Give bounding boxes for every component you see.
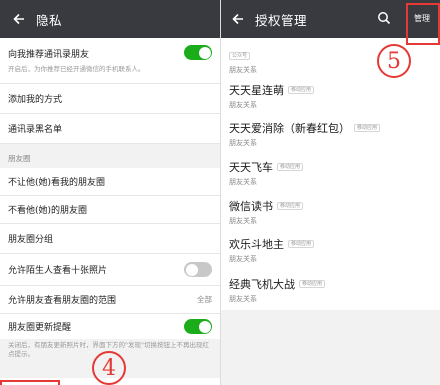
app-scope: 朋友关系	[229, 217, 257, 225]
visible-range-row[interactable]: 允许朋友查看朋友圈的范围 全部	[0, 286, 220, 314]
toggle-knob	[198, 320, 211, 333]
recommend-contacts-label: 向我推荐通讯录朋友	[8, 50, 90, 60]
back-arrow-icon[interactable]	[8, 8, 30, 30]
app-type-tag: 移动应用	[277, 163, 304, 171]
toggle-knob	[198, 46, 211, 59]
app-type-tag: 移动应用	[354, 124, 381, 132]
add-methods-row[interactable]: 添加我的方式	[0, 84, 220, 114]
page-title: 授权管理	[255, 12, 308, 28]
app-scope: 朋友关系	[229, 178, 257, 186]
hide-them-row[interactable]: 不看他(她)的朋友圈	[0, 196, 220, 224]
visible-range-value: 全部	[197, 295, 212, 304]
recommend-contacts-row[interactable]: 向我推荐通讯录朋友 开启后，为你推荐已经开通微信的手机联系人。	[0, 38, 220, 84]
app-item[interactable]: 经典飞机大战 移动应用 朋友关系	[221, 276, 440, 304]
annotation-circle-4: 4	[92, 351, 126, 385]
moments-reminder-label: 朋友圈更新提醒	[8, 323, 72, 333]
app-scope: 朋友关系	[229, 139, 257, 147]
annotation-box-5	[406, 3, 440, 45]
screenshot-composite: 隐私 向我推荐通讯录朋友 开启后，为你推荐已经开通微信的手机联系人。 添加我的方…	[0, 0, 440, 385]
empty-area	[221, 310, 440, 385]
app-type-tag: 移动应用	[288, 86, 315, 94]
app-name: 欢乐斗地主	[229, 238, 284, 251]
app-scope: 朋友关系	[229, 295, 257, 303]
app-type-tag: 公众号	[229, 52, 251, 60]
app-item[interactable]: 天天飞车 移动应用 朋友关系	[221, 159, 440, 187]
moments-groups-label: 朋友圈分组	[8, 235, 54, 245]
recommend-contacts-toggle[interactable]	[184, 45, 212, 60]
hide-them-label: 不看他(她)的朋友圈	[8, 206, 88, 216]
page-title: 隐私	[36, 12, 63, 28]
app-name: 经典飞机大战	[229, 278, 295, 291]
moments-reminder-toggle[interactable]	[184, 319, 212, 334]
moments-reminder-row[interactable]: 朋友圈更新提醒	[0, 314, 220, 339]
app-name: 微信读书	[229, 200, 273, 213]
moments-groups-row[interactable]: 朋友圈分组	[0, 224, 220, 254]
privacy-panel: 隐私 向我推荐通讯录朋友 开启后，为你推荐已经开通微信的手机联系人。 添加我的方…	[0, 0, 220, 385]
app-type-tag: 移动应用	[288, 240, 315, 248]
stranger-ten-photos-row[interactable]: 允许陌生人查看十张照片	[0, 254, 220, 286]
app-name: 天天星连萌	[229, 84, 284, 97]
stranger-ten-photos-toggle[interactable]	[184, 262, 212, 277]
annotation-box-4	[0, 380, 60, 385]
app-scope: 朋友关系	[229, 255, 257, 263]
authorization-panel: 授权管理 管理 公众号 朋友关系 天天星连萌 移动应用 朋友关系 天天爱消除（新春…	[221, 0, 440, 385]
app-type-tag: 移动应用	[277, 202, 304, 210]
app-type-tag: 移动应用	[299, 280, 326, 288]
app-item[interactable]: 微信读书 移动应用 朋友关系	[221, 198, 440, 226]
app-item[interactable]: 天天星连萌 移动应用 朋友关系	[221, 82, 440, 110]
recommend-contacts-desc: 开启后，为你推荐已经开通微信的手机联系人。	[8, 65, 145, 73]
add-methods-label: 添加我的方式	[8, 95, 63, 105]
app-item[interactable]: 天天爱消除（新春红包） 移动应用 朋友关系	[221, 120, 440, 148]
stranger-ten-photos-label: 允许陌生人查看十张照片	[8, 266, 108, 276]
privacy-topbar: 隐私	[0, 0, 220, 38]
annotation-circle-5: 5	[377, 44, 411, 78]
search-icon[interactable]	[377, 11, 391, 29]
hide-from-them-label: 不让他(她)看我的朋友圈	[8, 178, 106, 188]
app-item[interactable]: 欢乐斗地主 移动应用 朋友关系	[221, 236, 440, 264]
blacklist-label: 通讯录黑名单	[8, 125, 63, 135]
app-scope: 朋友关系	[229, 101, 257, 109]
moments-section-header: 朋友圈	[0, 150, 220, 166]
visible-range-label: 允许朋友查看朋友圈的范围	[8, 296, 117, 306]
back-arrow-icon[interactable]	[227, 8, 249, 30]
app-name: 天天飞车	[229, 161, 273, 174]
hide-from-them-row[interactable]: 不让他(她)看我的朋友圈	[0, 168, 220, 196]
app-name: 天天爱消除（新春红包）	[229, 122, 350, 135]
blacklist-row[interactable]: 通讯录黑名单	[0, 114, 220, 144]
toggle-knob	[185, 263, 198, 276]
